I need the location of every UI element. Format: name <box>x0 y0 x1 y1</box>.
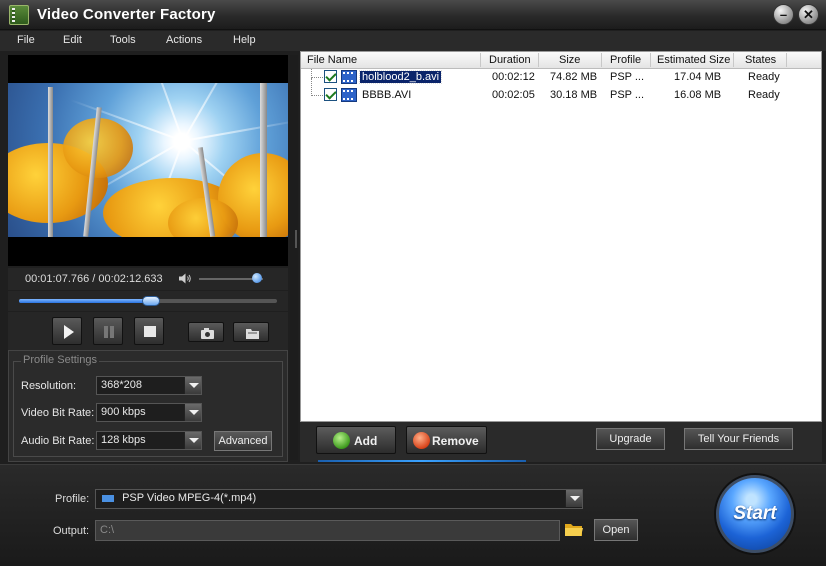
output-profile-value: PSP Video MPEG-4(*.mp4) <box>122 492 257 504</box>
profile-settings-legend: Profile Settings <box>21 354 99 366</box>
stop-button[interactable] <box>134 317 164 345</box>
menu-edit[interactable]: Edit <box>63 34 82 46</box>
estimated-size-cell: 17.04 MB <box>674 71 722 83</box>
video-bit-rate-value: 900 kbps <box>101 406 146 418</box>
pause-icon <box>104 326 114 338</box>
folder-icon <box>246 329 259 339</box>
output-path-field[interactable]: C:\ <box>95 520 560 541</box>
volume-icon[interactable] <box>179 273 191 284</box>
stop-icon <box>144 326 156 337</box>
audio-bit-rate-select[interactable]: 128 kbps <box>96 431 202 450</box>
add-button[interactable]: Add <box>316 426 396 454</box>
pause-button[interactable] <box>93 317 123 345</box>
video-frame <box>8 83 288 237</box>
column-header-size[interactable]: Size <box>559 54 580 66</box>
output-label: Output: <box>53 525 90 537</box>
remove-icon <box>413 432 430 449</box>
start-button[interactable]: Start <box>716 475 794 553</box>
profile-settings-panel: Profile Settings Resolution: 368*208 Vid… <box>8 350 288 462</box>
menu-actions[interactable]: Actions <box>166 34 202 46</box>
browse-folder-icon[interactable] <box>564 520 584 538</box>
table-row[interactable]: BBBB.AVI 00:02:05 30.18 MB PSP ... 16.08… <box>301 78 821 105</box>
seek-progress-fill <box>19 299 151 303</box>
audio-bit-rate-label: Audio Bit Rate: <box>21 435 95 447</box>
title-bar: Video Converter Factory – ✕ <box>0 0 826 30</box>
camera-icon <box>201 328 214 339</box>
play-button[interactable] <box>52 317 82 345</box>
video-preview <box>8 55 288 266</box>
minimize-button[interactable]: – <box>773 4 794 25</box>
video-file-icon <box>341 70 357 84</box>
file-list: File Name Duration Size Profile Estimate… <box>300 51 822 422</box>
upgrade-button[interactable]: Upgrade <box>596 428 665 450</box>
file-name-cell[interactable]: holblood2_b.avi <box>358 70 443 84</box>
size-cell: 74.82 MB <box>550 71 598 83</box>
menu-bar: File Edit Tools Actions Help <box>0 31 826 51</box>
table-row[interactable]: holblood2_b.avi 00:02:12 74.82 MB PSP ..… <box>301 69 821 87</box>
audio-bit-rate-value: 128 kbps <box>101 434 146 446</box>
column-header-file-name[interactable]: File Name <box>307 54 357 66</box>
video-bit-rate-label: Video Bit Rate: <box>21 407 95 419</box>
video-file-icon <box>341 88 357 102</box>
menu-file[interactable]: File <box>17 34 35 46</box>
column-header-states[interactable]: States <box>745 54 776 66</box>
close-button[interactable]: ✕ <box>798 4 819 25</box>
column-header-estimated-size[interactable]: Estimated Size <box>657 54 730 66</box>
advanced-button[interactable]: Advanced <box>214 431 272 451</box>
menu-help[interactable]: Help <box>233 34 256 46</box>
tell-your-friends-button[interactable]: Tell Your Friends <box>684 428 793 450</box>
duration-cell: 00:02:05 <box>492 89 535 101</box>
seek-knob[interactable] <box>142 296 160 306</box>
chevron-down-icon[interactable] <box>184 404 201 421</box>
splitter-grip[interactable] <box>295 230 297 248</box>
file-list-header: File Name Duration Size Profile Estimate… <box>301 52 821 69</box>
file-name-cell[interactable]: BBBB.AVI <box>362 89 411 101</box>
chevron-down-icon[interactable] <box>184 432 201 449</box>
chevron-down-icon[interactable] <box>565 490 582 507</box>
menu-tools[interactable]: Tools <box>110 34 136 46</box>
open-button[interactable]: Open <box>594 519 638 541</box>
output-profile-select[interactable]: PSP Video MPEG-4(*.mp4) <box>95 489 583 509</box>
profile-cell: PSP ... <box>610 71 645 83</box>
file-list-toolbar: Add Remove Upgrade Tell Your Friends <box>300 422 822 462</box>
add-button-label: Add <box>354 434 378 448</box>
volume-slider-knob[interactable] <box>252 273 262 283</box>
remove-button-label: Remove <box>432 434 479 448</box>
open-snapshot-folder-button[interactable] <box>233 322 269 342</box>
add-icon <box>333 432 350 449</box>
remove-button[interactable]: Remove <box>406 426 487 454</box>
resolution-select[interactable]: 368*208 <box>96 376 202 395</box>
row-checkbox[interactable] <box>324 88 337 101</box>
duration-cell: 00:02:12 <box>492 71 535 83</box>
window-title: Video Converter Factory <box>37 6 216 23</box>
time-volume-bar: 00:01:07.766 / 00:02:12.633 <box>8 268 288 290</box>
estimated-size-cell: 16.08 MB <box>674 89 722 101</box>
player-controls <box>8 312 288 350</box>
panel-splitter[interactable] <box>290 55 298 460</box>
film-app-icon <box>9 5 29 25</box>
column-header-duration[interactable]: Duration <box>489 54 531 66</box>
resolution-value: 368*208 <box>101 379 142 391</box>
output-panel: Profile: PSP Video MPEG-4(*.mp4) Output:… <box>0 464 826 566</box>
time-display: 00:01:07.766 / 00:02:12.633 <box>25 273 163 285</box>
state-cell: Ready <box>748 71 780 83</box>
conversion-progress-line <box>318 460 526 462</box>
seek-bar <box>8 291 288 311</box>
profile-label: Profile: <box>55 493 90 505</box>
snapshot-button[interactable] <box>188 322 224 342</box>
row-checkbox[interactable] <box>324 70 337 83</box>
resolution-label: Resolution: <box>21 380 77 392</box>
size-cell: 30.18 MB <box>550 89 598 101</box>
column-header-profile[interactable]: Profile <box>610 54 641 66</box>
play-icon <box>64 325 74 339</box>
profile-cell: PSP ... <box>610 89 645 101</box>
psp-device-icon <box>102 494 114 502</box>
video-bit-rate-select[interactable]: 900 kbps <box>96 403 202 422</box>
chevron-down-icon[interactable] <box>184 377 201 394</box>
state-cell: Ready <box>748 89 780 101</box>
